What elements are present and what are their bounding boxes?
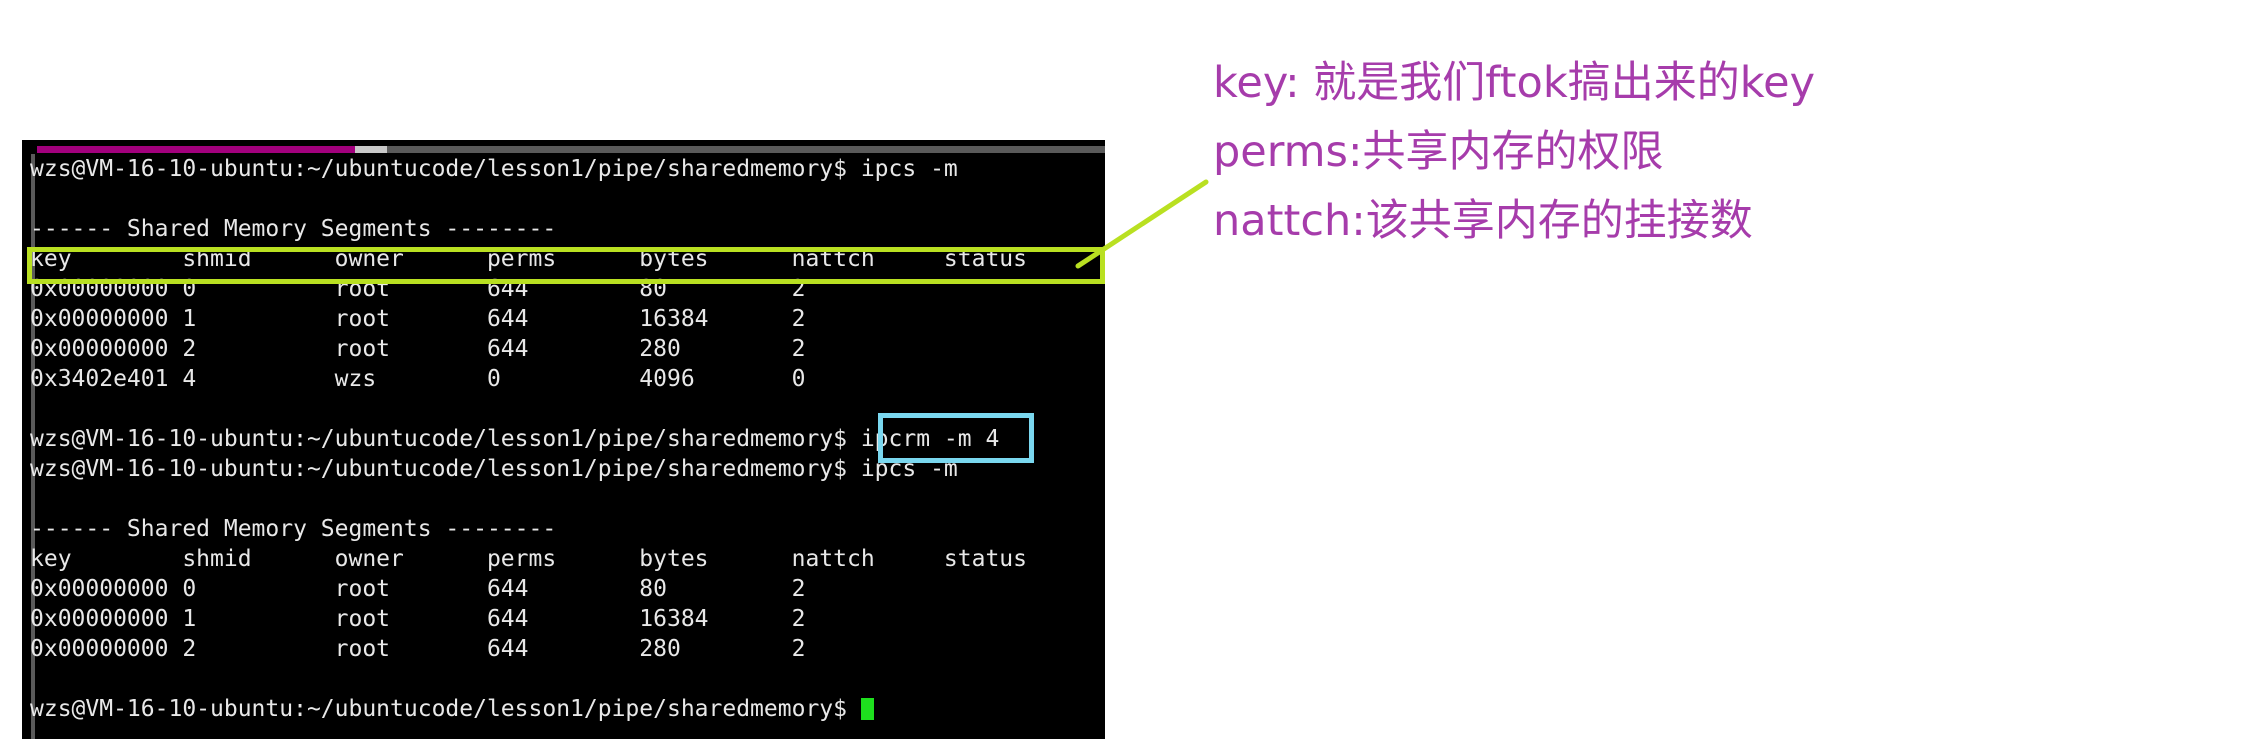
terminal-title-bar (37, 146, 1105, 153)
terminal-line-section-title-1: ------ Shared Memory Segments -------- (30, 216, 557, 242)
terminal-output: wzs@VM-16-10-ubuntu:~/ubuntucode/lesson1… (30, 154, 1100, 724)
final-prompt-text: wzs@VM-16-10-ubuntu:~/ubuntucode/lesson1… (30, 696, 861, 722)
terminal-window[interactable]: wzs@VM-16-10-ubuntu:~/ubuntucode/lesson1… (22, 140, 1105, 739)
annotation-note-key: key: 就是我们ftok搞出来的key (1213, 58, 1816, 108)
terminal-line-row-1-4: 0x3402e401 4 wzs 0 4096 0 (30, 366, 806, 392)
terminal-line-final-prompt: wzs@VM-16-10-ubuntu:~/ubuntucode/lesson1… (30, 694, 1100, 724)
terminal-line-table-header-2: key shmid owner perms bytes nattch statu… (30, 546, 1027, 572)
terminal-line-row-1-3: 0x00000000 2 root 644 280 2 (30, 336, 806, 362)
terminal-cursor (860, 698, 874, 720)
titlebar-magenta-segment (37, 146, 355, 153)
terminal-line-row-1-2: 0x00000000 1 root 644 16384 2 (30, 306, 806, 332)
terminal-line-row-2-2: 0x00000000 1 root 644 16384 2 (30, 606, 806, 632)
terminal-line-blank-3 (30, 484, 1100, 514)
terminal-line-table-header-1: key shmid owner perms bytes nattch statu… (30, 246, 1027, 272)
titlebar-light-segment (355, 146, 387, 153)
terminal-line-row-1-1: 0x00000000 0 root 644 80 2 (30, 276, 806, 302)
terminal-line-prompt-ipcs-2: wzs@VM-16-10-ubuntu:~/ubuntucode/lesson1… (30, 456, 958, 482)
terminal-line-blank-4 (30, 664, 1100, 694)
terminal-line-row-2-1: 0x00000000 0 root 644 80 2 (30, 576, 806, 602)
annotation-note-perms: perms:共享内存的权限 (1213, 127, 1664, 177)
annotation-notes: key: 就是我们ftok搞出来的key perms:共享内存的权限 nattc… (1213, 62, 2213, 243)
terminal-line-section-title-2: ------ Shared Memory Segments -------- (30, 516, 557, 542)
terminal-line-row-2-3: 0x00000000 2 root 644 280 2 (30, 636, 806, 662)
terminal-line-blank-2 (30, 394, 1100, 424)
titlebar-dark-segment (387, 146, 1105, 153)
terminal-line-prompt-ipcs-1: wzs@VM-16-10-ubuntu:~/ubuntucode/lesson1… (30, 156, 958, 182)
annotation-note-nattch: nattch:该共享内存的挂接数 (1213, 196, 1753, 246)
terminal-line-blank-1 (30, 184, 1100, 214)
terminal-line-prompt-ipcrm: wzs@VM-16-10-ubuntu:~/ubuntucode/lesson1… (30, 426, 1000, 452)
